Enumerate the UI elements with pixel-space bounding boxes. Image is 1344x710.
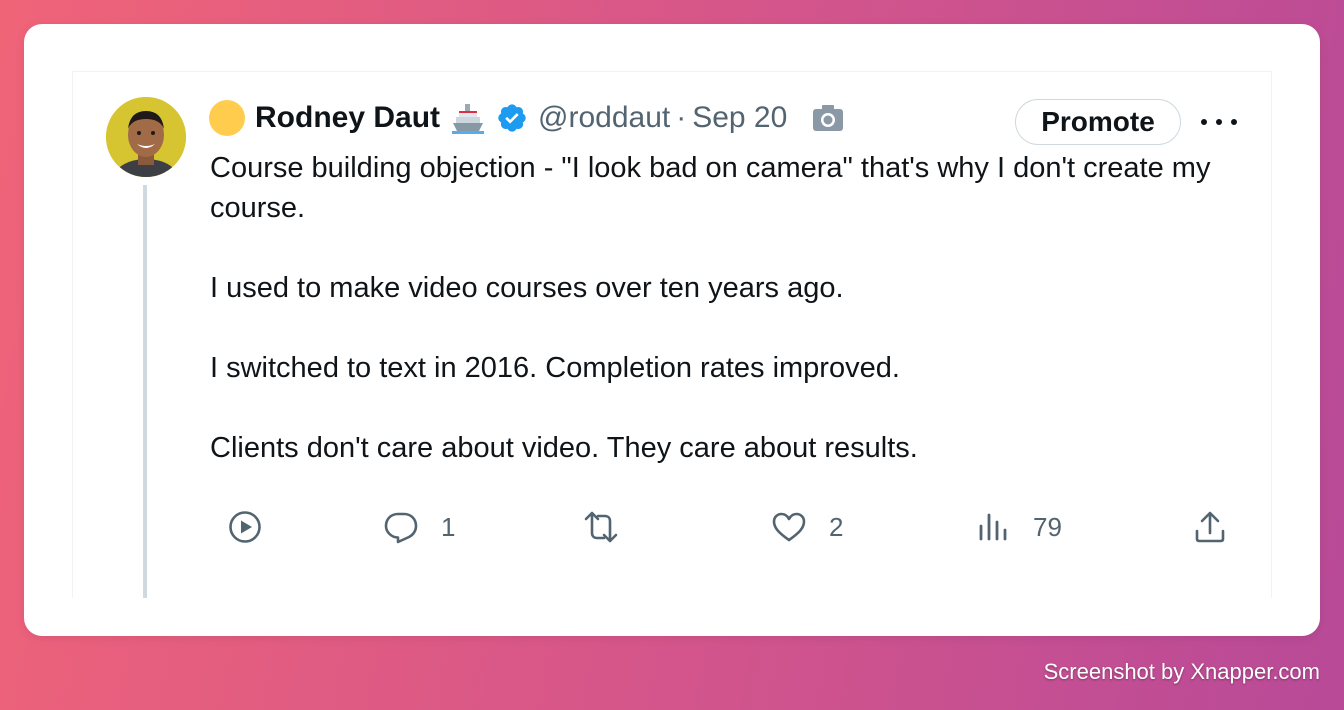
status-circle-icon (209, 100, 245, 136)
tweet-header: Rodney Daut @roddaut · Sep 20 (209, 96, 845, 140)
views-count: 79 (1033, 511, 1062, 542)
tweet-paragraph: Clients don't care about video. They car… (210, 432, 918, 464)
separator: · (676, 101, 687, 134)
action-bar: 1 2 79 (73, 502, 1271, 552)
tweet-paragraph: I switched to text in 2016. Completion r… (210, 352, 900, 384)
reply-button[interactable]: 1 (383, 502, 455, 552)
reply-count: 1 (441, 511, 456, 542)
author-handle[interactable]: @roddaut (538, 101, 670, 135)
like-count: 2 (829, 511, 844, 542)
ship-emoji-icon (450, 100, 486, 136)
promote-button[interactable]: Promote (1015, 99, 1181, 145)
play-circle-icon (229, 511, 261, 543)
tweet-date[interactable]: Sep 20 (692, 101, 787, 135)
tweet: Rodney Daut @roddaut · Sep 20 Promote Co… (72, 71, 1272, 598)
retweet-icon (584, 511, 618, 543)
camera-icon (811, 101, 845, 135)
like-button[interactable]: 2 (771, 502, 843, 552)
play-button[interactable] (227, 502, 263, 552)
tweet-paragraph: I used to make video courses over ten ye… (210, 272, 844, 304)
avatar[interactable] (106, 97, 186, 177)
tweet-card: Rodney Daut @roddaut · Sep 20 Promote Co… (24, 24, 1320, 636)
verified-badge-icon (496, 102, 528, 134)
tweet-body: Course building objection - "I look bad … (210, 148, 1250, 468)
retweet-button[interactable] (583, 502, 619, 552)
reply-icon (384, 512, 418, 544)
views-button[interactable]: 79 (975, 502, 1062, 552)
more-options-icon[interactable] (1201, 110, 1237, 134)
heart-icon (772, 512, 806, 542)
share-icon (1195, 511, 1225, 543)
watermark: Screenshot by Xnapper.com (1043, 659, 1320, 684)
views-icon (979, 513, 1007, 541)
share-button[interactable] (1192, 502, 1228, 552)
tweet-paragraph: Course building objection - "I look bad … (210, 152, 1211, 224)
author-name[interactable]: Rodney Daut (255, 101, 440, 135)
